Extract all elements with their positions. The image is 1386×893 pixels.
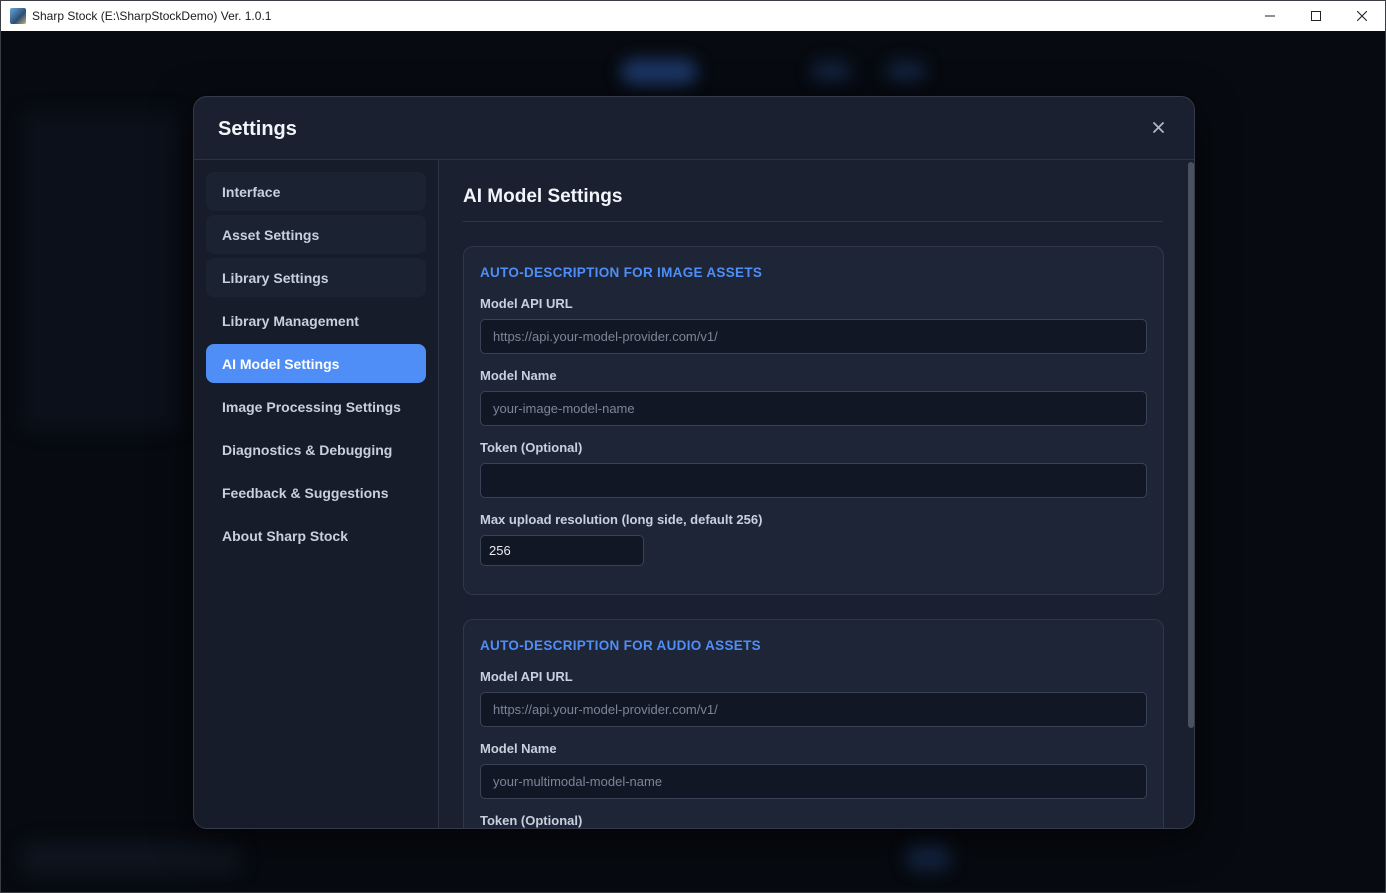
- background-blur-shape: [906, 843, 951, 871]
- app-window: Sharp Stock (E:\SharpStockDemo) Ver. 1.0…: [0, 0, 1386, 893]
- content-scrollbar[interactable]: [1188, 160, 1194, 828]
- settings-sidebar: Interface Asset Settings Library Setting…: [194, 160, 439, 828]
- max-resolution-input[interactable]: [480, 535, 644, 566]
- token-label: Token (Optional): [480, 813, 583, 828]
- sidebar-item-library-settings[interactable]: Library Settings: [206, 258, 426, 297]
- sidebar-item-diagnostics-debugging[interactable]: Diagnostics & Debugging: [206, 430, 426, 469]
- scrollbar-thumb[interactable]: [1188, 162, 1194, 728]
- close-icon: [1152, 121, 1164, 133]
- sidebar-item-about[interactable]: About Sharp Stock: [206, 516, 426, 555]
- minimize-icon: [1265, 15, 1275, 17]
- sidebar-item-ai-model-settings[interactable]: AI Model Settings: [206, 344, 426, 383]
- model-name-label: Model Name: [480, 741, 557, 756]
- window-controls: [1247, 1, 1385, 31]
- image-assets-card: AUTO-DESCRIPTION FOR IMAGE ASSETS Model …: [463, 246, 1164, 595]
- audio-assets-card: AUTO-DESCRIPTION FOR AUDIO ASSETS Model …: [463, 619, 1164, 828]
- api-url-label: Model API URL: [480, 669, 573, 684]
- card-heading: AUTO-DESCRIPTION FOR AUDIO ASSETS: [480, 638, 761, 653]
- close-window-button[interactable]: [1339, 1, 1385, 31]
- background-blur-shape: [886, 61, 926, 81]
- background-blur-shape: [21, 841, 241, 877]
- background-blur-shape: [21, 111, 181, 431]
- model-name-label: Model Name: [480, 368, 557, 383]
- dialog-title: Settings: [218, 118, 297, 140]
- sidebar-item-asset-settings[interactable]: Asset Settings: [206, 215, 426, 254]
- section-title: AI Model Settings: [463, 186, 623, 207]
- maximize-button[interactable]: [1293, 1, 1339, 31]
- audio-model-name-input[interactable]: [480, 764, 1147, 799]
- window-title: Sharp Stock (E:\SharpStockDemo) Ver. 1.0…: [32, 9, 272, 23]
- title-bar: Sharp Stock (E:\SharpStockDemo) Ver. 1.0…: [1, 1, 1385, 31]
- section-divider: [463, 221, 1163, 222]
- settings-content: AI Model Settings AUTO-DESCRIPTION FOR I…: [439, 160, 1194, 828]
- sidebar-item-image-processing-settings[interactable]: Image Processing Settings: [206, 387, 426, 426]
- sidebar-item-interface[interactable]: Interface: [206, 172, 426, 211]
- audio-api-url-input[interactable]: [480, 692, 1147, 727]
- minimize-button[interactable]: [1247, 1, 1293, 31]
- card-heading: AUTO-DESCRIPTION FOR IMAGE ASSETS: [480, 265, 763, 280]
- background-blur-shape: [811, 61, 851, 81]
- image-token-input[interactable]: [480, 463, 1147, 498]
- settings-dialog: Settings Interface Asset Settings Librar…: [193, 96, 1195, 829]
- max-resolution-label: Max upload resolution (long side, defaul…: [480, 512, 763, 527]
- image-model-name-input[interactable]: [480, 391, 1147, 426]
- close-icon: [1357, 11, 1367, 21]
- maximize-icon: [1311, 11, 1321, 21]
- sidebar-item-feedback-suggestions[interactable]: Feedback & Suggestions: [206, 473, 426, 512]
- api-url-label: Model API URL: [480, 296, 573, 311]
- dialog-header: Settings: [194, 97, 1194, 160]
- dialog-close-button[interactable]: [1148, 117, 1168, 137]
- app-icon: [10, 8, 26, 24]
- token-label: Token (Optional): [480, 440, 583, 455]
- sidebar-item-library-management[interactable]: Library Management: [206, 301, 426, 340]
- background-blur-shape: [621, 59, 697, 85]
- image-api-url-input[interactable]: [480, 319, 1147, 354]
